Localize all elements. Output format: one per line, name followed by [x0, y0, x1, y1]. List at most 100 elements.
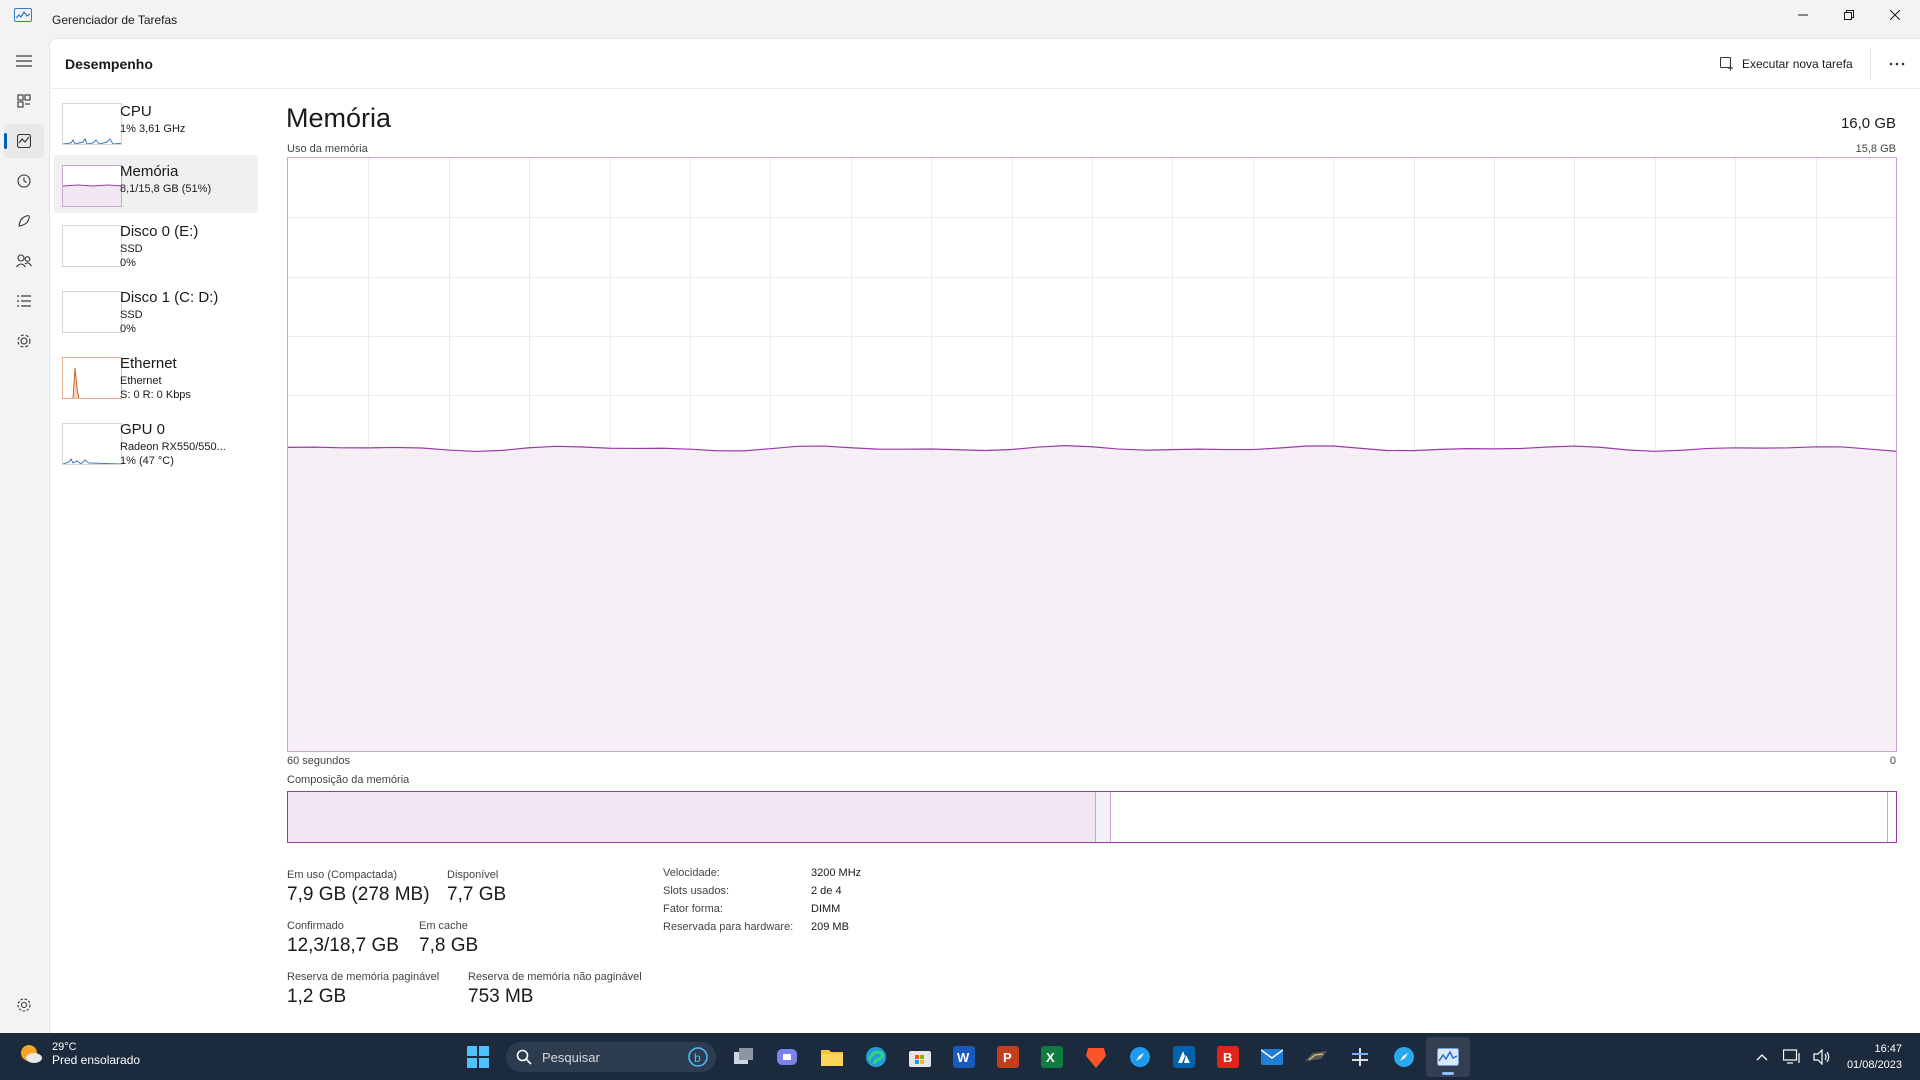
spec-key: Fator forma: [663, 903, 723, 915]
bitdefender-icon[interactable]: B [1206, 1037, 1250, 1077]
disk-1-thumbnail-graph [62, 291, 122, 333]
header-divider [1870, 49, 1871, 79]
navigation-rail [0, 38, 49, 1033]
disk-0-thumbnail-graph [62, 225, 122, 267]
device-ethernet[interactable]: Ethernet Ethernet S: 0 R: 0 Kbps [54, 347, 258, 411]
users-icon[interactable] [4, 244, 44, 278]
safari-compass-icon[interactable] [1118, 1037, 1162, 1077]
edge-browser-icon[interactable] [854, 1037, 898, 1077]
processes-icon[interactable] [4, 84, 44, 118]
memory-usage-area [288, 445, 1896, 751]
compass-app-icon[interactable] [1382, 1037, 1426, 1077]
memory-composition-label: Composição da memória [287, 774, 410, 786]
microsoft-store-icon[interactable] [898, 1037, 942, 1077]
ethernet-thumbnail-graph [62, 357, 122, 399]
system-clock[interactable]: 16:47 01/08/2023 [1837, 1041, 1920, 1073]
spec-key: Reservada para hardware: [663, 921, 794, 933]
details-icon[interactable] [4, 284, 44, 318]
run-new-task-button[interactable]: Executar nova tarefa [1720, 51, 1853, 77]
restore-button[interactable] [1826, 0, 1872, 30]
stat-label: Reserva de memória paginável [287, 971, 440, 983]
title-bar: Gerenciador de Tarefas [0, 0, 1920, 38]
device-detail: SSD [120, 309, 143, 321]
device-cpu[interactable]: CPU 1% 3,61 GHz [54, 95, 258, 153]
memory-usage-graph-label: Uso da memória [287, 143, 368, 155]
device-disk-1[interactable]: Disco 1 (C: D:) SSD 0% [54, 281, 258, 345]
startup-apps-icon[interactable] [4, 204, 44, 238]
settings-gear-icon[interactable] [4, 988, 44, 1022]
clock-time: 16:47 [1874, 1042, 1902, 1055]
device-gpu-0[interactable]: GPU 0 Radeon RX550/550... 1% (47 °C) [54, 413, 258, 477]
powerpoint-icon[interactable]: P [986, 1037, 1030, 1077]
memory-specs: Velocidade: 3200 MHz Slots usados: 2 de 4 … [663, 867, 861, 939]
search-icon [516, 1049, 532, 1065]
stat-cached: Em cache 7,8 GB [419, 920, 478, 957]
more-options-icon[interactable] [1882, 51, 1912, 77]
memory-title: Memória [286, 103, 392, 133]
cpu-thumbnail-graph [62, 103, 122, 145]
brave-browser-icon[interactable] [1074, 1037, 1118, 1077]
app-history-icon[interactable] [4, 164, 44, 198]
spec-value: 2 de 4 [811, 885, 842, 897]
memory-usage-graph [287, 157, 1897, 752]
device-disk-0[interactable]: Disco 0 (E:) SSD 0% [54, 215, 258, 279]
weather-temperature: 29°C [52, 1041, 77, 1053]
word-icon[interactable]: W [942, 1037, 986, 1077]
clock-date: 01/08/2023 [1846, 1058, 1902, 1071]
gpu-software-icon[interactable] [1294, 1037, 1338, 1077]
network-monitor-icon[interactable] [1777, 1048, 1807, 1065]
device-detail-2: 0% [120, 257, 136, 269]
hamburger-menu-icon[interactable] [4, 44, 44, 78]
file-explorer-icon[interactable] [810, 1037, 854, 1077]
device-detail: 1% 3,61 GHz [120, 123, 186, 135]
memory-capacity: 16,0 GB [1840, 115, 1896, 132]
stat-paged-pool: Reserva de memória paginável 1,2 GB [287, 971, 439, 1008]
show-hidden-icons-chevron-icon[interactable] [1747, 1053, 1777, 1061]
memory-thumbnail-graph [62, 165, 122, 207]
device-list: CPU 1% 3,61 GHz Memória 8,1/15,8 GB (51%… [54, 95, 260, 477]
mail-icon[interactable] [1250, 1037, 1294, 1077]
device-detail: 8,1/15,8 GB (51%) [120, 183, 212, 195]
system-tray: 16:47 01/08/2023 [1747, 1033, 1920, 1080]
svg-text:b: b [694, 1051, 701, 1065]
device-name: Ethernet [120, 355, 177, 372]
stat-in-use: Em uso (Compactada) 7,9 GB (278 MB) [287, 869, 430, 906]
azure-icon[interactable] [1162, 1037, 1206, 1077]
graph-time-span: 60 segundos [287, 755, 350, 767]
performance-icon[interactable] [4, 124, 44, 158]
volume-icon[interactable] [1807, 1048, 1837, 1065]
device-detail: SSD [120, 243, 143, 255]
stat-value: 1,2 GB [287, 986, 347, 1007]
windows-start-icon[interactable] [456, 1037, 500, 1077]
device-detail: Ethernet [120, 375, 162, 387]
spec-value: 209 MB [811, 921, 849, 933]
excel-icon[interactable]: X [1030, 1037, 1074, 1077]
spec-row-form-factor: Fator forma: DIMM [663, 903, 861, 921]
svg-text:X: X [1046, 1050, 1055, 1065]
device-memory[interactable]: Memória 8,1/15,8 GB (51%) [54, 155, 258, 213]
services-icon[interactable] [4, 324, 44, 358]
stat-label: Em cache [419, 920, 468, 932]
task-view-icon[interactable] [722, 1037, 766, 1077]
teams-chat-icon[interactable] [766, 1037, 810, 1077]
memory-composition-bar [287, 791, 1897, 843]
task-manager-taskbar-icon[interactable] [1426, 1037, 1470, 1077]
spec-row-speed: Velocidade: 3200 MHz [663, 867, 861, 885]
memory-usage-graph-max: 15,8 GB [1855, 143, 1896, 155]
stat-label: Confirmado [287, 920, 344, 932]
weather-description: Pred ensolarado [52, 1053, 141, 1067]
network-tool-icon[interactable] [1338, 1037, 1382, 1077]
device-name: Disco 1 (C: D:) [120, 289, 219, 306]
search-placeholder: Pesquisar [542, 1049, 600, 1065]
graph-time-now: 0 [1889, 755, 1896, 767]
minimize-button[interactable] [1780, 0, 1826, 30]
stat-value: 7,7 GB [447, 884, 507, 905]
close-button[interactable] [1872, 0, 1918, 30]
page-header: Desempenho Executar nova tarefa [50, 39, 1920, 89]
stat-label: Em uso (Compactada) [287, 869, 398, 881]
run-task-label: Executar nova tarefa [1742, 57, 1853, 71]
taskbar-search-box[interactable]: Pesquisar b [506, 1042, 716, 1072]
task-manager-app-icon [14, 8, 32, 22]
weather-widget[interactable]: 29°C Pred ensolarado [18, 1041, 140, 1067]
page-title: Desempenho [65, 56, 153, 72]
